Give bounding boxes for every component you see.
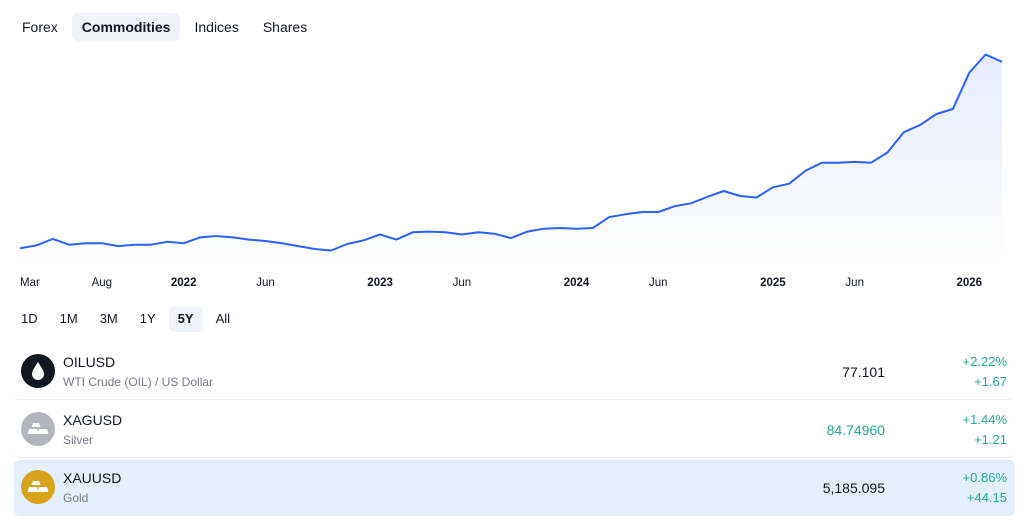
range-5y[interactable]: 5Y xyxy=(168,306,203,332)
x-axis-tick-label: 2026 xyxy=(957,277,983,289)
x-axis-tick-label: Jun xyxy=(453,277,472,289)
range-1d[interactable]: 1D xyxy=(12,306,47,332)
change-absolute: +1.67 xyxy=(974,374,1007,389)
symbol-price: 84.74960 xyxy=(826,422,885,438)
price-area-fill xyxy=(20,54,1002,265)
symbol-description: WTI Crude (OIL) / US Dollar xyxy=(63,375,214,389)
range-3m[interactable]: 3M xyxy=(91,306,127,332)
symbol-name: XAGUSD xyxy=(63,412,123,428)
x-axis-tick-label: Jun xyxy=(845,277,864,289)
oil-drop-icon xyxy=(21,354,55,388)
range-1m[interactable]: 1M xyxy=(51,306,87,332)
symbol-description: Gold xyxy=(63,491,89,505)
symbol-price: 5,185.095 xyxy=(822,480,885,496)
price-chart-svg[interactable]: Mar Aug 2022 Jun 2023 Jun 2024 Jun 2025 Jun 2026 xyxy=(0,40,1024,300)
symbol-list: OILUSD WTI Crude (OIL) / US Dollar 77.10… xyxy=(14,344,1015,518)
x-axis-tick-label: Aug xyxy=(92,277,112,289)
symbol-row-xauusd[interactable]: XAUUSD Gold 5,185.095 +0.86% +44.15 xyxy=(14,460,1015,516)
change-absolute: +44.15 xyxy=(966,490,1007,505)
symbol-description: Silver xyxy=(63,433,94,447)
gold-bars-icon xyxy=(21,470,55,504)
tab-forex[interactable]: Forex xyxy=(12,13,68,41)
x-axis-tick-label: 2024 xyxy=(564,277,590,289)
tab-shares[interactable]: Shares xyxy=(253,13,317,41)
change-percent: +1.44% xyxy=(962,412,1007,427)
symbol-name: OILUSD xyxy=(63,354,116,370)
time-range-selector: 1D 1M 3M 1Y 5Y All xyxy=(12,306,239,332)
range-all[interactable]: All xyxy=(207,306,239,332)
symbol-price: 77.101 xyxy=(842,364,885,380)
x-axis-tick-label: 2022 xyxy=(171,277,197,289)
x-axis-tick-label: 2025 xyxy=(760,277,786,289)
tab-indices[interactable]: Indices xyxy=(184,13,248,41)
symbol-name: XAUUSD xyxy=(63,470,122,486)
change-percent: +0.86% xyxy=(962,470,1007,485)
x-axis-tick-label: Jun xyxy=(649,277,668,289)
silver-bars-icon xyxy=(21,412,55,446)
symbol-row-xagusd[interactable]: XAGUSD Silver 84.74960 +1.44% +1.21 xyxy=(14,402,1015,458)
x-axis-tick-label: 2023 xyxy=(367,277,393,289)
x-axis-tick-label: Mar xyxy=(20,277,40,289)
price-chart[interactable]: Mar Aug 2022 Jun 2023 Jun 2024 Jun 2025 Jun 2026 xyxy=(0,40,1024,300)
market-tabs: Forex Commodities Indices Shares xyxy=(12,13,317,41)
tab-commodities[interactable]: Commodities xyxy=(71,13,181,41)
x-axis-tick-label: Jun xyxy=(256,277,275,289)
range-1y[interactable]: 1Y xyxy=(131,306,165,332)
change-percent: +2.22% xyxy=(962,354,1007,369)
symbol-row-oilusd[interactable]: OILUSD WTI Crude (OIL) / US Dollar 77.10… xyxy=(14,344,1015,400)
change-absolute: +1.21 xyxy=(974,432,1007,447)
